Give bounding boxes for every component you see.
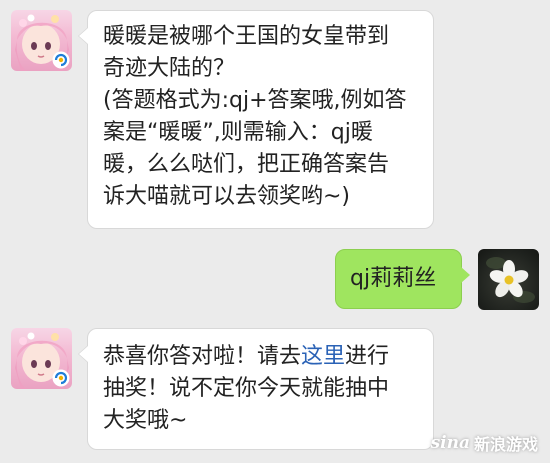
bubble-tail [461, 267, 470, 283]
message-text: 暖暖是被哪个王国的女皇带到 奇迹大陆的？ (答题格式为:qj+答案哦,例如答 案… [103, 24, 407, 209]
message-bubble-congrats[interactable]: 恭喜你答对啦！请去这里进行 抽奖！说不定你今天就能抽中 大奖哦~ [78, 328, 434, 450]
qq-games-badge-icon [52, 369, 70, 387]
bot-avatar[interactable] [11, 328, 72, 389]
user-avatar[interactable] [478, 249, 539, 310]
prize-link[interactable]: 这里 [301, 344, 345, 369]
watermark-brand: 新浪游戏 [473, 435, 538, 454]
qq-games-badge-icon [52, 51, 70, 69]
sina-logo: sina [430, 433, 470, 453]
message-bubble-question[interactable]: 暖暖是被哪个王国的女皇带到 奇迹大陆的？ (答题格式为:qj+答案哦,例如答 案… [78, 10, 434, 229]
white-flower-avatar-icon [486, 257, 535, 303]
bubble-tail [79, 346, 88, 362]
message-text: qj莉莉丝 [350, 266, 437, 291]
message-text-before-link: 恭喜你答对啦！请去 [103, 344, 302, 369]
sina-games-watermark: sina 新浪游戏 [431, 431, 538, 455]
message-text: 恭喜你答对啦！请去这里进行 抽奖！说不定你今天就能抽中 大奖哦~ [103, 341, 421, 437]
message-bubble-reply[interactable]: qj莉莉丝 [335, 249, 470, 309]
bubble-tail [79, 28, 88, 44]
bot-avatar[interactable] [11, 10, 72, 71]
